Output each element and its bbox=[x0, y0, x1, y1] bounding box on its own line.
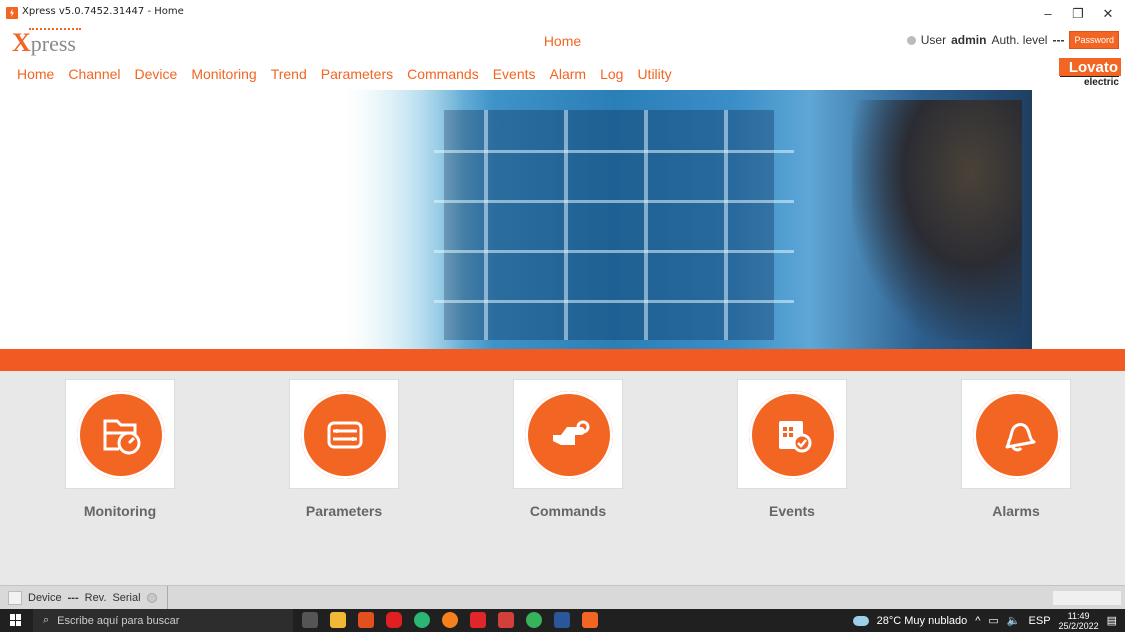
menu-item-device[interactable]: Device bbox=[128, 66, 185, 82]
events-tile-button[interactable] bbox=[737, 379, 847, 489]
youtube-icon[interactable] bbox=[386, 612, 402, 628]
word-icon[interactable] bbox=[554, 612, 570, 628]
clock-date: 25/2/2022 bbox=[1058, 620, 1099, 631]
monitoring-tile-button[interactable] bbox=[65, 379, 175, 489]
auth-level-value: --- bbox=[1052, 33, 1065, 47]
logo-dots bbox=[29, 28, 81, 30]
tile-alarms[interactable]: Alarms bbox=[961, 379, 1071, 519]
whatsapp-icon[interactable] bbox=[526, 612, 542, 628]
windows-start-icon[interactable] bbox=[10, 614, 22, 626]
tile-monitoring[interactable]: Monitoring bbox=[65, 379, 175, 519]
xpress-taskbar-icon[interactable] bbox=[582, 612, 598, 628]
menu-item-home[interactable]: Home bbox=[10, 66, 61, 82]
calendar-check-icon bbox=[749, 391, 837, 479]
clock-time: 11:49 bbox=[1067, 610, 1090, 621]
search-placeholder: Escribe aquí para buscar bbox=[57, 614, 180, 627]
weather-text[interactable]: 28°C Muy nublado bbox=[877, 615, 968, 627]
os-taskbar: ⌕ Escribe aquí para buscar 28°C Muy nubl… bbox=[0, 609, 1125, 632]
app-header: Xpress Home User admin Auth. level --- P… bbox=[0, 26, 1125, 57]
task-view-icon[interactable] bbox=[302, 612, 318, 628]
status-bar: Device --- Rev. Serial bbox=[0, 585, 1125, 610]
system-tray: 28°C Muy nublado ^ ▭ 🔈 ESP 11:49 25/2/20… bbox=[852, 609, 1117, 632]
network-icon[interactable]: ▭ bbox=[988, 614, 998, 627]
taskbar-apps bbox=[302, 612, 598, 628]
file-explorer-icon[interactable] bbox=[330, 612, 346, 628]
orange-divider bbox=[0, 349, 1125, 371]
main-menu: Home Channel Device Monitoring Trend Par… bbox=[10, 66, 679, 82]
menu-item-parameters[interactable]: Parameters bbox=[314, 66, 400, 82]
tile-label-monitoring: Monitoring bbox=[83, 503, 157, 519]
tile-parameters[interactable]: Parameters bbox=[289, 379, 399, 519]
rev-label: Rev. bbox=[84, 592, 107, 604]
device-label: Device bbox=[28, 592, 62, 604]
main-menu-bar: Home Channel Device Monitoring Trend Par… bbox=[0, 56, 1125, 90]
volume-icon[interactable]: 🔈 bbox=[1007, 614, 1021, 627]
user-status-icon bbox=[906, 35, 916, 45]
pdf-app-icon[interactable] bbox=[498, 612, 514, 628]
device-status: Device --- Rev. Serial bbox=[8, 586, 168, 610]
lovato-logo: Lovato electric bbox=[1051, 58, 1121, 90]
user-info: User admin Auth. level --- Password bbox=[906, 31, 1119, 49]
tile-events[interactable]: Events bbox=[737, 379, 847, 519]
chrome-icon[interactable] bbox=[414, 612, 430, 628]
device-value: --- bbox=[67, 592, 79, 604]
tray-chevron-icon[interactable]: ^ bbox=[975, 615, 980, 627]
window-title: Xpress v5.0.7452.31447 - Home bbox=[22, 6, 184, 17]
taskbar-search[interactable]: ⌕ Escribe aquí para buscar bbox=[33, 609, 293, 632]
menu-item-channel[interactable]: Channel bbox=[61, 66, 127, 82]
shortcut-tiles: Monitoring Parameters Commands Events Al… bbox=[0, 371, 1125, 585]
alarms-tile-button[interactable] bbox=[961, 379, 1071, 489]
weather-icon bbox=[852, 615, 869, 626]
commands-tile-button[interactable] bbox=[513, 379, 623, 489]
menu-item-trend[interactable]: Trend bbox=[264, 66, 314, 82]
tile-label-commands: Commands bbox=[529, 503, 607, 519]
tile-label-alarms: Alarms bbox=[992, 503, 1040, 519]
lovato-logo-sub: electric bbox=[1059, 76, 1119, 88]
clock[interactable]: 11:49 25/2/2022 bbox=[1059, 611, 1099, 631]
close-button[interactable]: ✕ bbox=[1093, 4, 1123, 24]
serial-label: Serial bbox=[112, 592, 141, 604]
user-label: User bbox=[920, 33, 947, 47]
notifications-icon[interactable]: ▤ bbox=[1107, 614, 1117, 627]
language-indicator[interactable]: ESP bbox=[1029, 615, 1051, 627]
tile-label-parameters: Parameters bbox=[305, 503, 383, 519]
connection-status-icon bbox=[146, 593, 157, 603]
banner-image bbox=[104, 90, 1032, 349]
wrench-screwdriver-icon bbox=[301, 391, 389, 479]
tile-commands[interactable]: Commands bbox=[513, 379, 623, 519]
menu-item-utility[interactable]: Utility bbox=[630, 66, 678, 82]
menu-item-log[interactable]: Log bbox=[593, 66, 630, 82]
minimize-button[interactable]: – bbox=[1033, 4, 1063, 24]
user-name: admin bbox=[951, 33, 987, 47]
folder-gauge-icon bbox=[77, 391, 165, 479]
search-icon: ⌕ bbox=[43, 614, 50, 626]
app-icon bbox=[6, 7, 18, 19]
acrobat-icon[interactable] bbox=[470, 612, 486, 628]
maximize-button[interactable]: ❐ bbox=[1063, 4, 1093, 24]
pointing-hand-icon bbox=[525, 391, 613, 479]
auth-level-label: Auth. level bbox=[991, 33, 1048, 47]
office-icon[interactable] bbox=[358, 612, 374, 628]
parameters-tile-button[interactable] bbox=[289, 379, 399, 489]
menu-item-alarm[interactable]: Alarm bbox=[543, 66, 594, 82]
device-chip-icon bbox=[8, 591, 22, 605]
lovato-logo-name: Lovato bbox=[1058, 58, 1121, 76]
firefox-icon[interactable] bbox=[442, 612, 458, 628]
menu-item-monitoring[interactable]: Monitoring bbox=[184, 66, 263, 82]
tile-label-events: Events bbox=[769, 503, 815, 519]
menu-item-commands[interactable]: Commands bbox=[400, 66, 486, 82]
password-button[interactable]: Password bbox=[1069, 31, 1119, 49]
bell-icon bbox=[973, 391, 1061, 479]
menu-item-events[interactable]: Events bbox=[486, 66, 543, 82]
window-title-bar: Xpress v5.0.7452.31447 - Home – ❐ ✕ bbox=[0, 0, 1125, 26]
status-progress bbox=[1053, 591, 1121, 605]
